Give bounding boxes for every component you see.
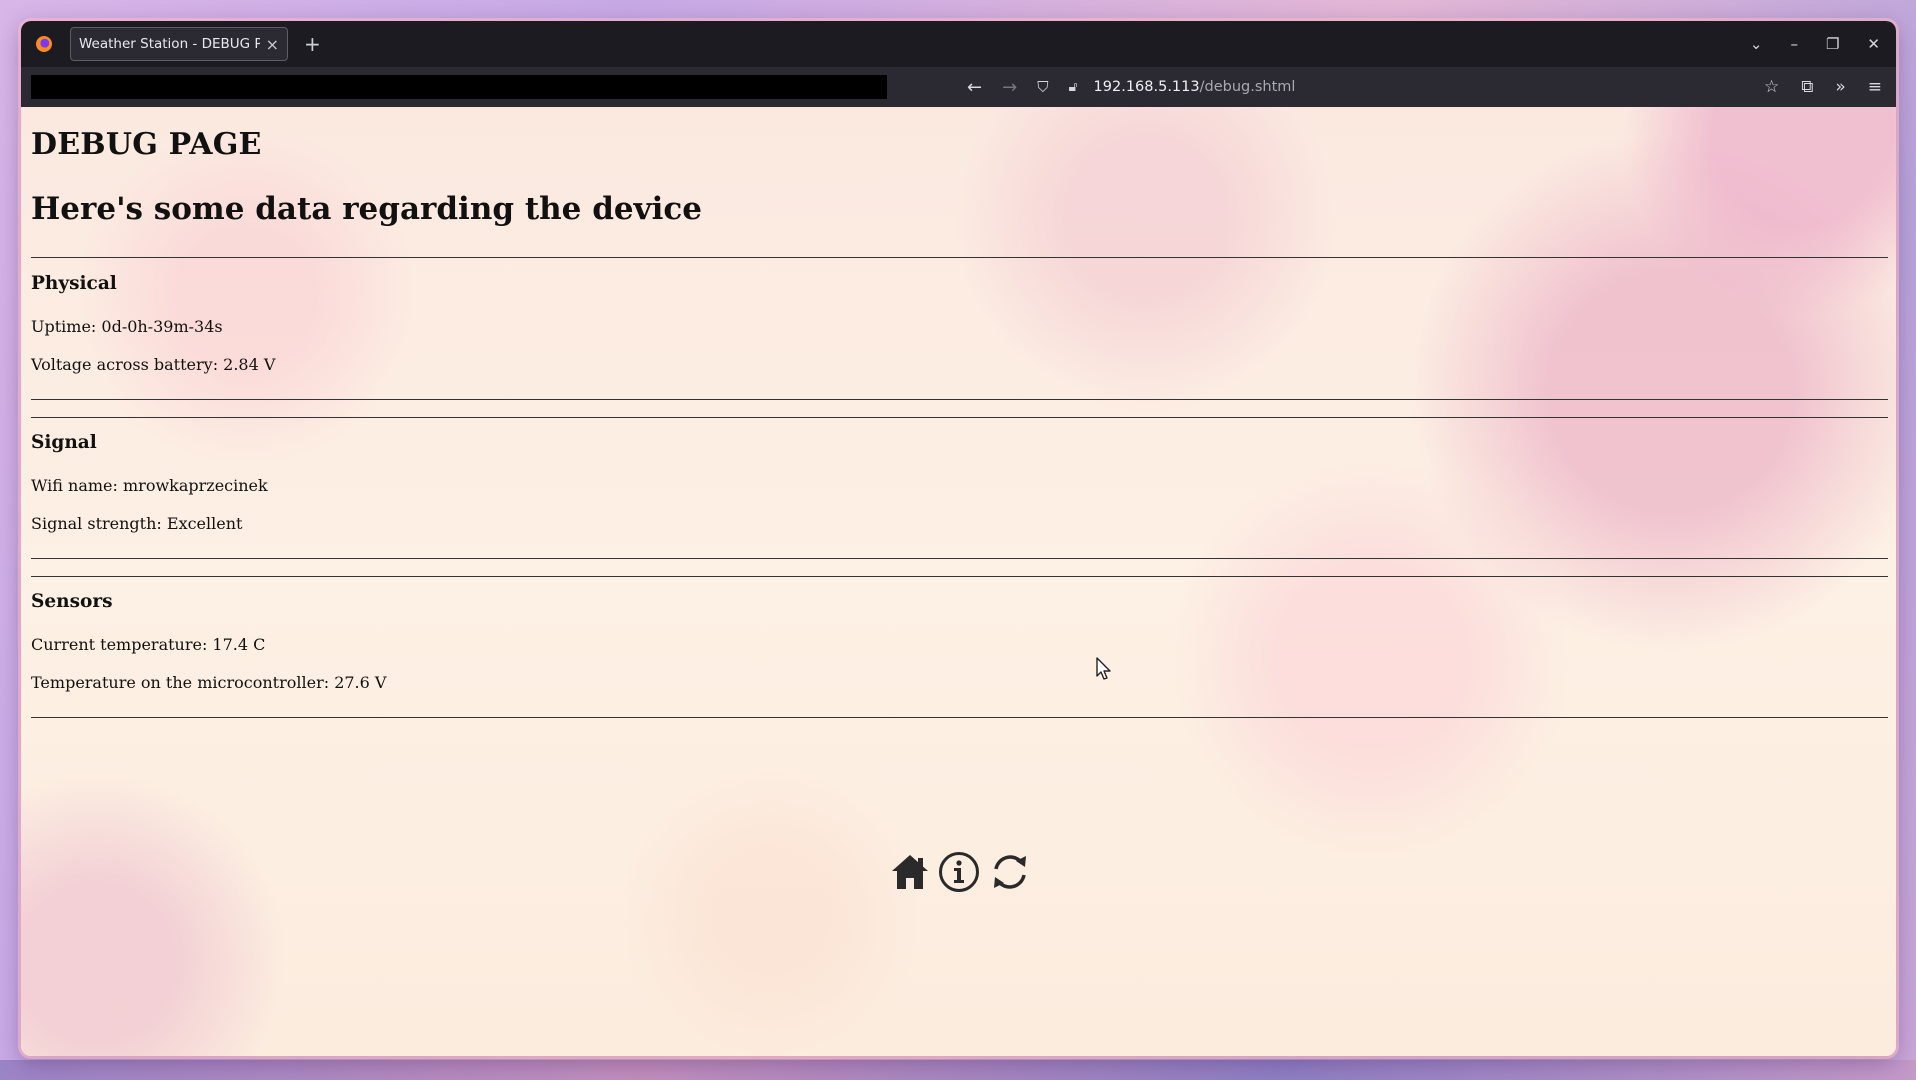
minimize-icon[interactable]: – bbox=[1790, 35, 1798, 53]
back-icon[interactable]: ← bbox=[967, 77, 982, 98]
divider bbox=[31, 576, 1888, 577]
page-content: DEBUG PAGE Here's some data regarding th… bbox=[21, 107, 1896, 1056]
overflow-chevron-icon[interactable]: » bbox=[1835, 77, 1845, 97]
section-heading-physical: Physical bbox=[31, 273, 117, 294]
info-icon[interactable] bbox=[937, 850, 981, 898]
battery-voltage-text: Voltage across battery: 2.84 V bbox=[31, 355, 276, 374]
divider bbox=[31, 257, 1888, 258]
tab-list-icon[interactable]: ⌄ bbox=[1750, 35, 1763, 53]
temperature-text: Current temperature: 17.4 C bbox=[31, 635, 266, 654]
browser-window: Weather Station - DEBUG PAGE × + ⌄ – ❐ ✕… bbox=[21, 21, 1896, 1056]
mcu-temperature-text: Temperature on the microcontroller: 27.6… bbox=[31, 673, 387, 692]
extensions-icon[interactable]: ⧉ bbox=[1801, 77, 1813, 97]
redacted-area bbox=[31, 75, 887, 99]
uptime-text: Uptime: 0d-0h-39m-34s bbox=[31, 317, 223, 336]
wifi-name-text: Wifi name: mrowkaprzecinek bbox=[31, 476, 268, 495]
desktop-wallpaper bbox=[0, 1060, 1916, 1080]
tab-close-icon[interactable]: × bbox=[266, 35, 279, 54]
tab-bar: Weather Station - DEBUG PAGE × + ⌄ – ❐ ✕ bbox=[21, 21, 1896, 67]
url-host: 192.168.5.113 bbox=[1093, 79, 1200, 95]
divider bbox=[31, 399, 1888, 400]
url-field[interactable]: 192.168.5.113/debug.shtml bbox=[1094, 79, 1296, 95]
menu-icon[interactable]: ≡ bbox=[1868, 77, 1882, 97]
page-subtitle: Here's some data regarding the device bbox=[31, 191, 702, 227]
shield-icon[interactable]: ⛉ bbox=[1037, 78, 1048, 96]
bookmark-star-icon[interactable]: ☆ bbox=[1764, 77, 1779, 97]
footer-icons bbox=[889, 849, 1033, 899]
section-heading-sensors: Sensors bbox=[31, 591, 113, 612]
divider bbox=[31, 558, 1888, 559]
signal-strength-text: Signal strength: Excellent bbox=[31, 514, 243, 533]
window-close-icon[interactable]: ✕ bbox=[1867, 35, 1880, 53]
nav-bar: ← → ⛉ 🔓︎ 192.168.5.113/debug.shtml ☆ ⧉ »… bbox=[21, 67, 1896, 107]
divider bbox=[31, 717, 1888, 718]
firefox-icon bbox=[36, 36, 52, 52]
tab-title: Weather Station - DEBUG PAGE bbox=[79, 36, 260, 52]
url-path: /debug.shtml bbox=[1199, 79, 1296, 95]
tab-weather-station[interactable]: Weather Station - DEBUG PAGE × bbox=[70, 27, 288, 61]
forward-icon[interactable]: → bbox=[1002, 77, 1017, 98]
section-heading-signal: Signal bbox=[31, 432, 97, 453]
restore-icon[interactable]: ❐ bbox=[1826, 35, 1839, 53]
refresh-icon[interactable] bbox=[987, 849, 1033, 899]
insecure-lock-icon[interactable]: 🔓︎ bbox=[1068, 79, 1077, 95]
divider bbox=[31, 417, 1888, 418]
home-icon[interactable] bbox=[889, 851, 931, 897]
new-tab-button[interactable]: + bbox=[304, 32, 321, 56]
page-title: DEBUG PAGE bbox=[31, 127, 262, 162]
